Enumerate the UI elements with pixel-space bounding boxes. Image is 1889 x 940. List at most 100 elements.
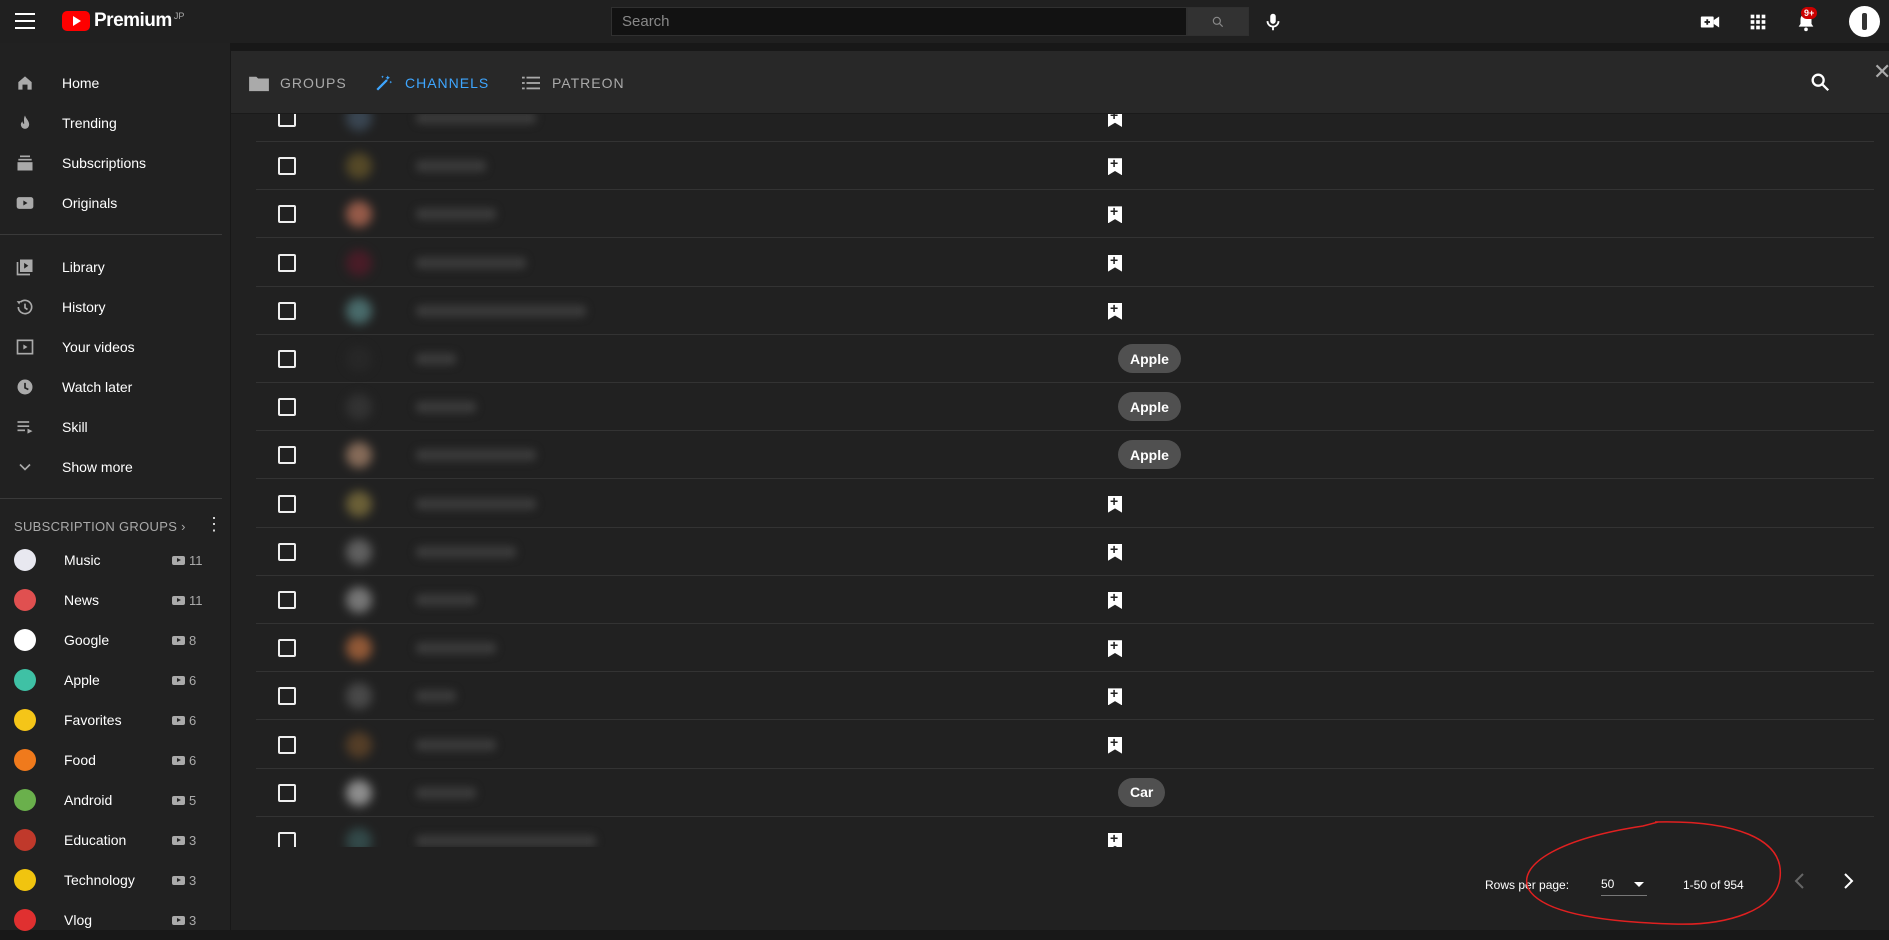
- table-row[interactable]: [256, 239, 1874, 287]
- search-button[interactable]: [1187, 7, 1249, 36]
- add-to-group-icon[interactable]: [1108, 206, 1122, 224]
- group-label: Android: [64, 792, 113, 808]
- sidebar-item-your-videos[interactable]: Your videos: [0, 327, 222, 367]
- add-to-group-icon[interactable]: [1108, 640, 1122, 658]
- row-checkbox[interactable]: [278, 735, 296, 754]
- sidebar-group-vlog[interactable]: Vlog 3: [0, 900, 222, 940]
- sidebar-item-library[interactable]: Library: [0, 247, 222, 287]
- row-checkbox[interactable]: [278, 591, 296, 609]
- row-checkbox[interactable]: [278, 253, 296, 272]
- row-checkbox[interactable]: [278, 301, 296, 320]
- add-to-group-icon[interactable]: [1108, 592, 1122, 609]
- search-box: [611, 7, 1187, 36]
- add-to-group-icon[interactable]: [1108, 736, 1122, 754]
- sidebar-item-label: Home: [62, 75, 100, 91]
- your-videos-icon: [16, 339, 34, 355]
- add-to-group-icon[interactable]: [1108, 495, 1122, 513]
- table-row[interactable]: Apple: [256, 431, 1874, 480]
- youtube-premium-logo[interactable]: Premium JP: [62, 10, 184, 32]
- sidebar-item-subscriptions[interactable]: Subscriptions: [0, 143, 222, 183]
- row-checkbox[interactable]: [278, 114, 296, 127]
- table-row[interactable]: Apple: [256, 383, 1874, 432]
- table-row[interactable]: [256, 287, 1874, 335]
- table-pagination: Rows per page: 50 1-50 of 954: [256, 847, 1876, 911]
- row-checkbox[interactable]: [278, 687, 296, 706]
- group-icon: [14, 549, 36, 571]
- row-checkbox[interactable]: [278, 398, 296, 417]
- row-checkbox[interactable]: [278, 542, 296, 561]
- panel-search-icon[interactable]: [1809, 71, 1831, 93]
- table-row[interactable]: [256, 480, 1874, 528]
- sidebar-group-favorites[interactable]: Favorites 6: [0, 700, 222, 740]
- row-checkbox[interactable]: [278, 783, 296, 802]
- group-count: 6: [172, 753, 196, 768]
- rows-per-page-label: Rows per page:: [1485, 878, 1570, 892]
- table-row[interactable]: [256, 190, 1874, 239]
- youtube-small-icon: [172, 835, 185, 845]
- sidebar-item-history[interactable]: History: [0, 287, 222, 327]
- apps-grid-icon[interactable]: [1747, 11, 1769, 33]
- group-tag-chip[interactable]: Apple: [1118, 392, 1181, 422]
- table-row[interactable]: [256, 576, 1874, 624]
- sidebar-group-apple[interactable]: Apple 6: [0, 660, 222, 700]
- add-to-group-icon[interactable]: [1108, 302, 1122, 320]
- sidebar-group-education[interactable]: Education 3: [0, 820, 222, 860]
- row-checkbox[interactable]: [278, 494, 296, 513]
- sidebar-group-technology[interactable]: Technology 3: [0, 860, 222, 900]
- sidebar-item-skill[interactable]: Skill: [0, 407, 222, 447]
- sidebar-item-show-more[interactable]: Show more: [0, 447, 222, 487]
- close-panel-button[interactable]: ✕: [1873, 59, 1889, 85]
- channel-name-redacted: [416, 545, 516, 558]
- row-checkbox[interactable]: [278, 350, 296, 368]
- account-avatar[interactable]: [1849, 6, 1880, 37]
- table-row[interactable]: [256, 114, 1874, 142]
- sidebar-group-android[interactable]: Android 5: [0, 780, 222, 820]
- sidebar-item-watch-later[interactable]: Watch later: [0, 367, 222, 407]
- table-row[interactable]: [256, 142, 1874, 191]
- row-checkbox[interactable]: [278, 205, 296, 224]
- sidebar-group-food[interactable]: Food 6: [0, 740, 222, 780]
- group-tag-chip[interactable]: Apple: [1118, 440, 1181, 470]
- group-count: 5: [172, 793, 196, 808]
- sidebar-item-originals[interactable]: Originals: [0, 183, 222, 223]
- sidebar-item-home[interactable]: Home: [0, 63, 222, 103]
- home-icon: [18, 76, 32, 90]
- table-row[interactable]: Apple: [256, 335, 1874, 383]
- menu-icon[interactable]: [15, 13, 35, 29]
- group-tag-chip[interactable]: Apple: [1118, 344, 1181, 373]
- table-row[interactable]: [256, 528, 1874, 576]
- sidebar-group-google[interactable]: Google 8: [0, 620, 222, 660]
- table-row[interactable]: [256, 624, 1874, 673]
- tab-patreon[interactable]: PATREON: [520, 74, 625, 92]
- more-options-icon[interactable]: ⋮: [205, 515, 223, 533]
- youtube-small-icon: [172, 635, 185, 645]
- sidebar-item-label: Watch later: [62, 379, 133, 395]
- row-checkbox[interactable]: [278, 157, 296, 176]
- create-video-icon[interactable]: [1699, 11, 1721, 33]
- group-count-value: 11: [189, 552, 203, 568]
- table-row[interactable]: [256, 721, 1874, 769]
- table-row[interactable]: Car: [256, 769, 1874, 817]
- microphone-icon[interactable]: [1262, 11, 1284, 33]
- add-to-group-icon[interactable]: [1108, 114, 1122, 127]
- add-to-group-icon[interactable]: [1108, 688, 1122, 706]
- sidebar-group-music[interactable]: Music 11: [0, 540, 222, 580]
- rows-per-page-select[interactable]: 50: [1601, 874, 1647, 896]
- channel-avatar: [346, 394, 372, 421]
- table-row[interactable]: [256, 672, 1874, 721]
- add-to-group-icon[interactable]: [1108, 543, 1122, 561]
- group-tag-chip[interactable]: Car: [1118, 777, 1166, 807]
- add-to-group-icon[interactable]: [1108, 254, 1122, 272]
- sidebar-group-news[interactable]: News 11: [0, 580, 222, 620]
- tab-groups[interactable]: GROUPS: [248, 74, 347, 92]
- search-input[interactable]: [612, 8, 1186, 35]
- previous-page-button[interactable]: [1792, 871, 1808, 897]
- group-icon: [14, 789, 36, 811]
- row-checkbox[interactable]: [278, 639, 296, 658]
- subscription-groups-header[interactable]: SUBSCRIPTION GROUPS ›: [14, 519, 186, 534]
- row-checkbox[interactable]: [278, 446, 296, 465]
- next-page-button[interactable]: [1840, 871, 1856, 897]
- sidebar-item-trending[interactable]: Trending: [0, 103, 222, 143]
- tab-channels[interactable]: CHANNELS: [373, 74, 489, 92]
- add-to-group-icon[interactable]: [1108, 158, 1122, 176]
